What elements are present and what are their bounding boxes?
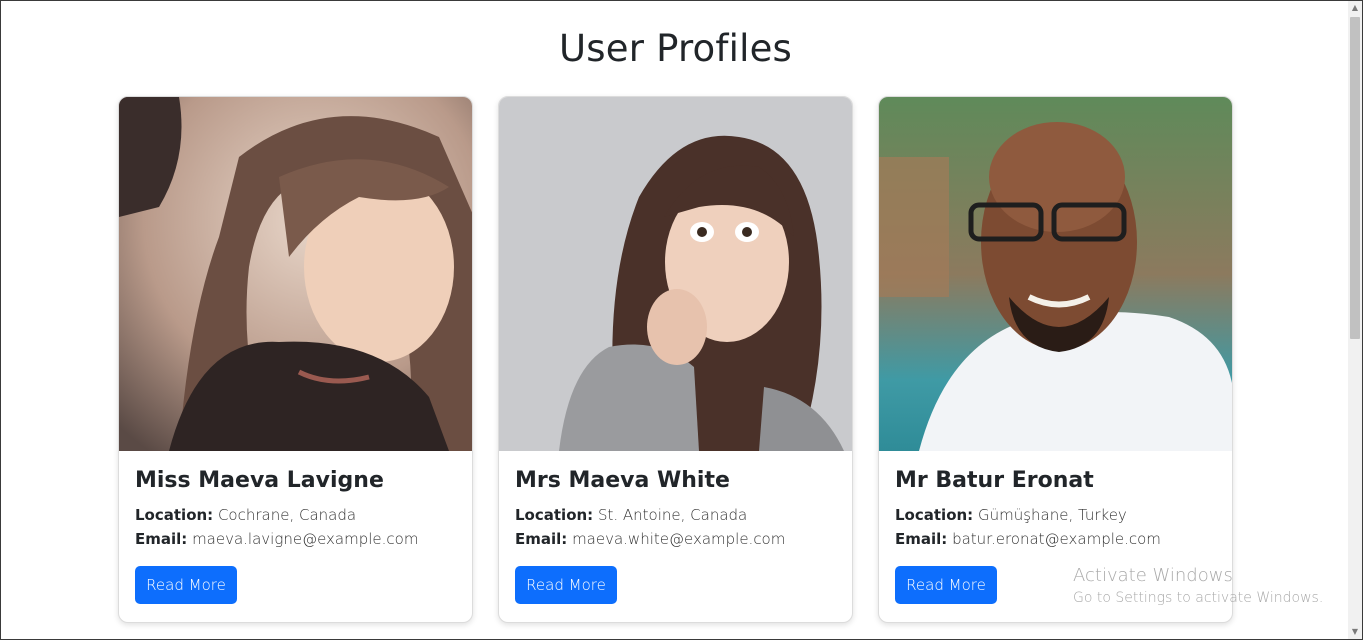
activate-windows-watermark: Activate Windows Go to Settings to activ… [1073, 564, 1323, 608]
email-label: Email: [135, 530, 188, 548]
profile-email: Email: batur.eronat@example.com [895, 527, 1216, 551]
location-label: Location: [135, 506, 214, 524]
email-value: maeva.white@example.com [572, 530, 786, 548]
profile-photo [499, 97, 852, 451]
location-label: Location: [515, 506, 594, 524]
scrollbar-thumb[interactable] [1350, 17, 1360, 339]
profile-email: Email: maeva.lavigne@example.com [135, 527, 456, 551]
scroll-up-arrow-icon[interactable]: ▲ [1348, 1, 1362, 15]
profile-card: Miss Maeva Lavigne Location: Cochrane, C… [118, 96, 473, 623]
profile-photo [879, 97, 1232, 451]
page-title: User Profiles [558, 27, 793, 70]
profile-name: Mr Batur Eronat [895, 468, 1094, 493]
location-label: Location: [895, 506, 974, 524]
profile-name: Mrs Maeva White [515, 468, 730, 493]
scroll-down-arrow-icon[interactable]: ▼ [1348, 625, 1362, 639]
email-value: batur.eronat@example.com [952, 530, 1161, 548]
email-value: maeva.lavigne@example.com [192, 530, 419, 548]
email-label: Email: [515, 530, 568, 548]
location-value: Cochrane, Canada [217, 506, 357, 524]
profile-location: Location: Cochrane, Canada [135, 503, 456, 527]
watermark-title: Activate Windows [1073, 565, 1233, 586]
location-value: Gümüşhane, Turkey [977, 506, 1127, 524]
watermark-subtitle: Go to Settings to activate Windows. [1073, 590, 1324, 606]
email-label: Email: [895, 530, 948, 548]
profile-location: Location: St. Antoine, Canada [515, 503, 836, 527]
profile-name: Miss Maeva Lavigne [135, 468, 384, 493]
read-more-button[interactable]: Read More [895, 566, 997, 604]
read-more-button[interactable]: Read More [515, 566, 617, 604]
profile-email: Email: maeva.white@example.com [515, 527, 836, 551]
page: User Profiles Miss Maeva Lavigne Locatio… [1, 1, 1350, 639]
read-more-button[interactable]: Read More [135, 566, 237, 604]
profile-card: Mr Batur Eronat Location: Gümüşhane, Tur… [878, 96, 1233, 623]
profile-photo [119, 97, 472, 451]
profile-card: Mrs Maeva White Location: St. Antoine, C… [498, 96, 853, 623]
location-value: St. Antoine, Canada [597, 506, 748, 524]
vertical-scrollbar[interactable]: ▲ ▼ [1348, 1, 1362, 639]
profile-location: Location: Gümüşhane, Turkey [895, 503, 1216, 527]
